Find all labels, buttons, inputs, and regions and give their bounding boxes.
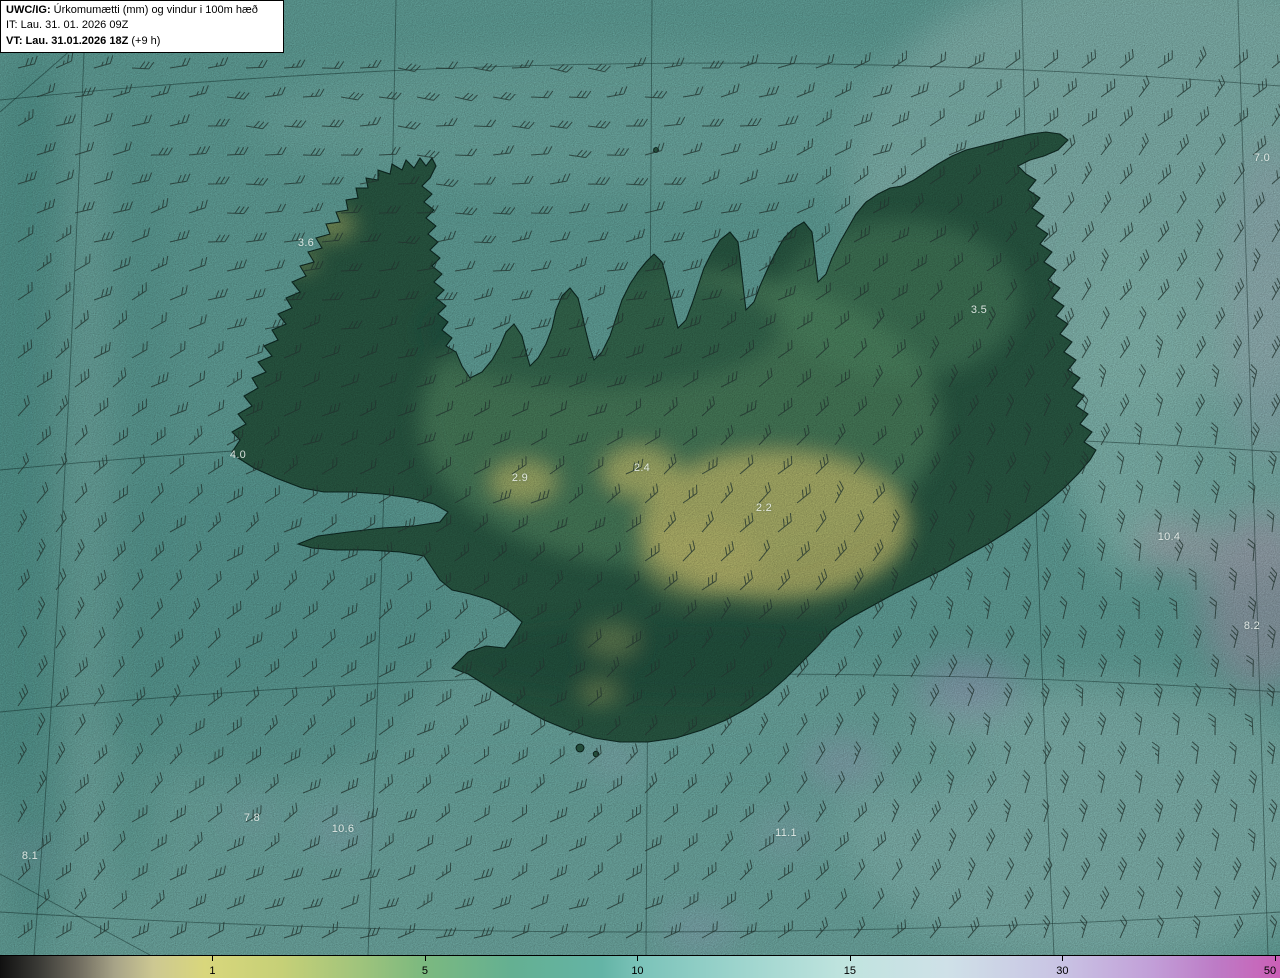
colorbar-tickmark [1062,956,1064,961]
map-title-box: UWC/IG: Úrkomumætti (mm) og vindur i 100… [0,0,284,54]
colorbar-tickmark [637,956,639,961]
colorbar-tickmark [849,956,851,961]
colorbar-tick-15: 15 [843,965,857,977]
colorbar-tick-30: 30 [1056,965,1069,977]
precipitation-colorbar: 1 5 10 15 30 50 [0,955,1280,978]
colorbar-tick-50: 50 [1263,965,1277,977]
colorbar-tickmark [424,956,426,961]
colorbar-tick-10: 10 [631,965,644,977]
valid-offset: (+9 h) [131,34,161,47]
colorbar-tickmark [212,956,214,961]
valid-time: VT: Lau. 31.01.2026 18Z [6,34,129,47]
map-canvas [0,0,1280,955]
weather-map-viewer: 3.6 3.5 7.0 4.0 2.9 2.4 2.2 10.4 8.2 7.8 10.6 8.1 11… [0,0,1280,978]
product-title-line: UWC/IG: Úrkomumætti (mm) og vindur i 100… [6,3,278,18]
colorbar-tick-5: 5 [421,965,429,977]
init-time-line: IT: Lau. 31. 01. 2026 09Z [6,19,129,32]
colorbar-tick-1: 1 [209,965,216,977]
valid-time-line: VT: Lau. 31.01.2026 18Z (+9 h) [6,34,278,49]
colorbar-tickmark [1274,956,1276,961]
product-code: UWC/IG: [6,4,51,16]
product-title: Úrkomumætti (mm) og vindur i 100m hæð [53,4,258,16]
